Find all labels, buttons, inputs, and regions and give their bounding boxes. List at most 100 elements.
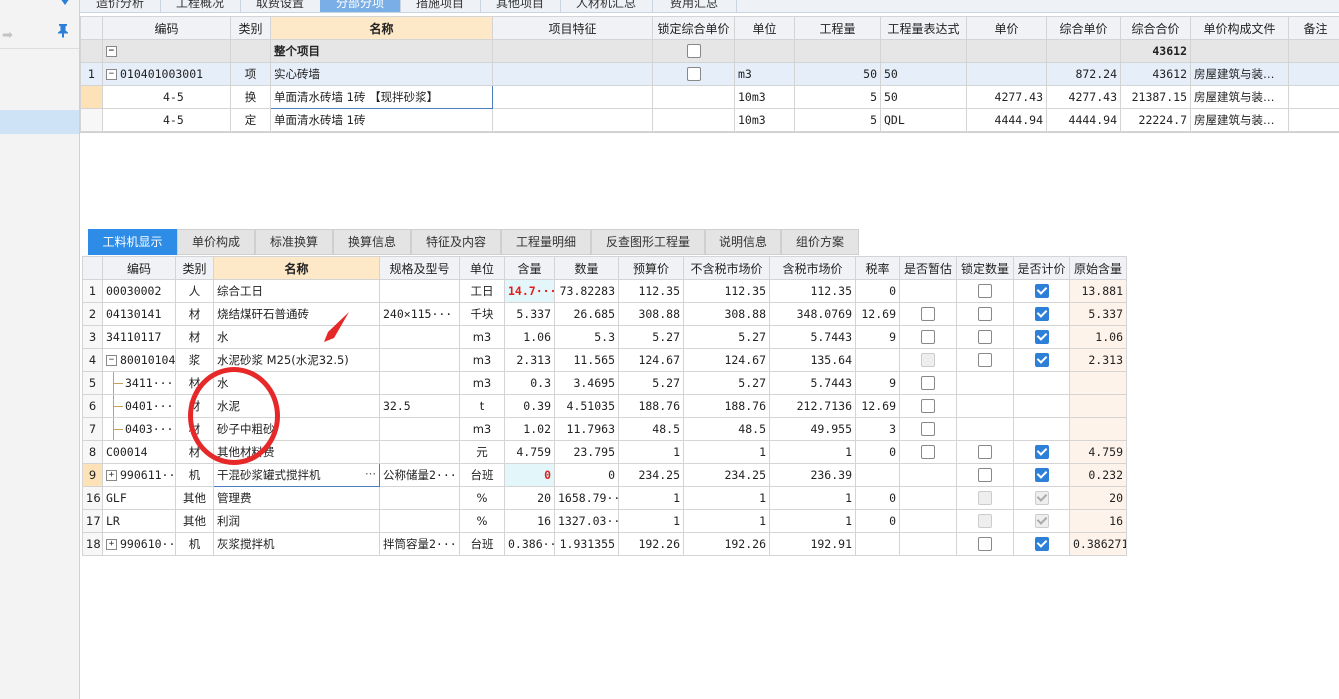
- tree-selected-item[interactable]: [0, 110, 79, 134]
- col-header-1[interactable]: 类别: [230, 16, 271, 40]
- detail-tab-0[interactable]: 工料机显示: [88, 229, 177, 255]
- resource-content[interactable]: 4.759: [504, 440, 555, 464]
- detail-tab-2[interactable]: 标准换算: [255, 229, 333, 255]
- top-tab-7[interactable]: 费用汇总: [652, 0, 737, 12]
- resource-content[interactable]: 0: [504, 463, 555, 487]
- resource-spec[interactable]: 32.5: [379, 394, 460, 418]
- resource-mkt-ex[interactable]: 112.35: [683, 279, 770, 303]
- col-header-11[interactable]: 单价构成文件: [1190, 16, 1289, 40]
- resource-tax[interactable]: 0: [855, 486, 900, 510]
- res-col-header-11[interactable]: 是否暂估: [899, 256, 957, 280]
- col-header-6[interactable]: 工程量: [794, 16, 881, 40]
- resource-content[interactable]: 20: [504, 486, 555, 510]
- top-tab-1[interactable]: 工程概况: [160, 0, 241, 12]
- table-row[interactable]: 1 00030002 人综合工日 工日 14.7··· 73.82283 112.35 112…: [82, 279, 1127, 303]
- resource-content[interactable]: 0.39: [504, 394, 555, 418]
- col-header-7[interactable]: 工程量表达式: [880, 16, 967, 40]
- expand-icon[interactable]: +: [106, 470, 117, 481]
- resource-spec[interactable]: [379, 509, 460, 533]
- resource-mkt-ex[interactable]: 234.25: [683, 463, 770, 487]
- item-file[interactable]: 房屋建筑与装…: [1190, 85, 1289, 109]
- res-col-header-10[interactable]: 税率: [855, 256, 900, 280]
- checkbox[interactable]: [978, 307, 992, 322]
- detail-tab-3[interactable]: 换算信息: [333, 229, 411, 255]
- top-tab-3[interactable]: 分部分项: [320, 0, 401, 12]
- detail-tab-1[interactable]: 单价构成: [177, 229, 255, 255]
- res-col-header-9[interactable]: 含税市场价: [769, 256, 856, 280]
- resource-spec[interactable]: [379, 486, 460, 510]
- resource-spec[interactable]: 240×115···: [379, 302, 460, 326]
- detail-tab-6[interactable]: 反查图形工程量: [591, 229, 705, 255]
- col-header-8[interactable]: 单价: [966, 16, 1047, 40]
- item-file[interactable]: 房屋建筑与装…: [1190, 62, 1289, 86]
- resource-mkt-ex[interactable]: 5.27: [683, 325, 770, 349]
- resource-tax[interactable]: 12.69: [855, 302, 900, 326]
- col-header-4[interactable]: 锁定综合单价: [652, 16, 735, 40]
- collapse-icon[interactable]: −: [106, 355, 117, 366]
- checkbox[interactable]: [921, 376, 935, 391]
- resource-mkt-ex[interactable]: 1: [683, 440, 770, 464]
- col-header-10[interactable]: 综合合价: [1120, 16, 1191, 40]
- resource-mkt-in[interactable]: 192.91: [769, 532, 856, 556]
- lock-checkbox[interactable]: [686, 67, 701, 82]
- top-tab-2[interactable]: 取费设置: [240, 0, 321, 12]
- resource-tax[interactable]: 0: [855, 279, 900, 303]
- collapse-icon[interactable]: −: [106, 46, 117, 57]
- resource-mkt-ex[interactable]: 308.88: [683, 302, 770, 326]
- resource-spec[interactable]: [379, 371, 460, 395]
- resource-mkt-in[interactable]: 5.7443: [769, 371, 856, 395]
- expand-icon[interactable]: +: [106, 539, 117, 550]
- resource-content[interactable]: 16: [504, 509, 555, 533]
- detail-tab-8[interactable]: 组价方案: [781, 229, 859, 255]
- resource-content[interactable]: 2.313: [504, 348, 555, 372]
- resource-mkt-in[interactable]: 135.64: [769, 348, 856, 372]
- resource-content[interactable]: 1.02: [504, 417, 555, 441]
- res-col-header-0[interactable]: 编码: [102, 256, 176, 280]
- resource-tax[interactable]: 0: [855, 440, 900, 464]
- item-expr[interactable]: 50: [880, 85, 967, 109]
- checkbox[interactable]: [978, 330, 992, 345]
- checkbox[interactable]: [1034, 468, 1049, 483]
- checkbox[interactable]: [1034, 284, 1049, 299]
- checkbox[interactable]: [1034, 307, 1049, 322]
- res-col-header-14[interactable]: 原始含量: [1069, 256, 1127, 280]
- resource-mkt-ex[interactable]: 1: [683, 486, 770, 510]
- resource-mkt-in[interactable]: 49.955: [769, 417, 856, 441]
- table-row[interactable]: 4-5 换单面清水砖墙 1砖 【现拌砂浆】 10m3 5 50 4277.43 4277.4…: [80, 85, 1339, 109]
- top-tab-4[interactable]: 措施项目: [400, 0, 481, 12]
- resource-mkt-in[interactable]: 236.39: [769, 463, 856, 487]
- res-col-header-3[interactable]: 规格及型号: [379, 256, 460, 280]
- resource-name[interactable]: 管理费: [213, 486, 380, 510]
- checkbox[interactable]: [921, 399, 935, 414]
- top-tab-6[interactable]: 人材机汇总: [560, 0, 653, 12]
- item-feature[interactable]: [492, 108, 653, 132]
- checkbox[interactable]: [1034, 537, 1049, 552]
- resource-mkt-ex[interactable]: 48.5: [683, 417, 770, 441]
- resource-tax[interactable]: [855, 532, 900, 556]
- checkbox[interactable]: [978, 445, 992, 460]
- item-note[interactable]: [1288, 85, 1339, 109]
- resource-content[interactable]: 14.7···: [504, 279, 555, 303]
- item-qty[interactable]: 5: [794, 108, 881, 132]
- resource-mkt-ex[interactable]: 5.27: [683, 371, 770, 395]
- checkbox[interactable]: [921, 330, 935, 345]
- col-header-12[interactable]: 备注: [1288, 16, 1339, 40]
- table-row[interactable]: 4-5 定单面清水砖墙 1砖 10m3 5 QDL 4444.94 4444.94 22224…: [80, 108, 1339, 132]
- detail-tab-4[interactable]: 特征及内容: [411, 229, 501, 255]
- resource-mkt-in[interactable]: 1: [769, 509, 856, 533]
- checkbox[interactable]: [978, 353, 992, 368]
- res-col-header-8[interactable]: 不含税市场价: [683, 256, 770, 280]
- resource-spec[interactable]: 拌筒容量2···: [379, 532, 460, 556]
- checkbox[interactable]: [978, 537, 992, 552]
- col-header-2[interactable]: 名称: [270, 16, 493, 40]
- arrow-right-icon[interactable]: ➡: [2, 28, 13, 43]
- item-name[interactable]: 单面清水砖墙 1砖: [270, 108, 493, 132]
- checkbox[interactable]: [921, 307, 935, 322]
- resource-tax[interactable]: [855, 348, 900, 372]
- resource-tax[interactable]: [855, 463, 900, 487]
- table-row[interactable]: 18+990610···机灰浆搅拌机拌筒容量2···台班0.386···1.93…: [82, 532, 1127, 556]
- resource-spec[interactable]: [379, 279, 460, 303]
- resource-content[interactable]: 0.3: [504, 371, 555, 395]
- resource-name[interactable]: ··· 干混砂浆罐式搅拌机: [213, 463, 380, 487]
- top-tab-5[interactable]: 其他项目: [480, 0, 561, 12]
